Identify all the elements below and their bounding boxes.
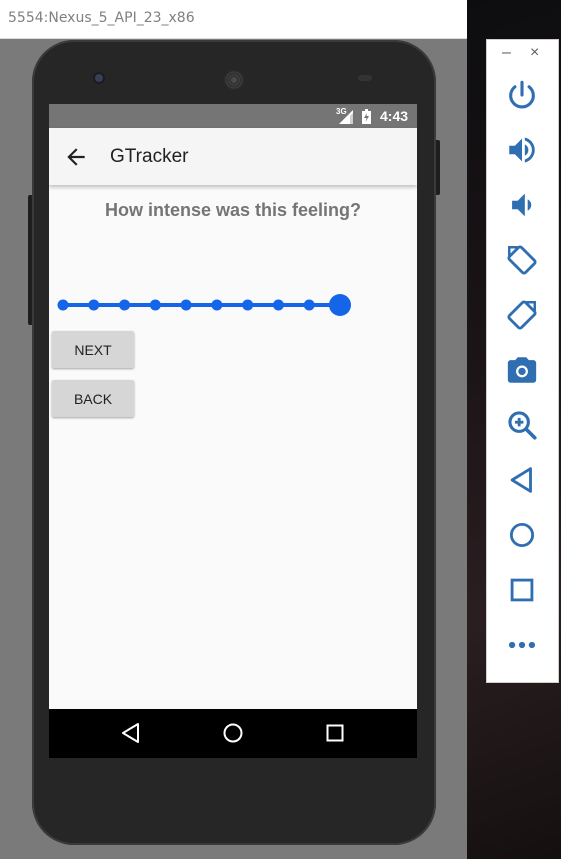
proximity-sensor bbox=[358, 75, 372, 81]
overview-icon[interactable] bbox=[505, 573, 539, 607]
back-triangle-icon[interactable] bbox=[119, 721, 143, 745]
earpiece-speaker bbox=[224, 70, 244, 90]
slider-tick bbox=[88, 299, 100, 311]
emulator-window: 5554:Nexus_5_API_23_x86 3G 4:43 GTracker bbox=[0, 0, 467, 859]
volume-down-icon[interactable] bbox=[505, 188, 539, 222]
app-bar: GTracker bbox=[49, 128, 417, 185]
slider-thumb[interactable] bbox=[329, 294, 351, 316]
emulator-toolbar: – × bbox=[486, 39, 559, 683]
minimize-button[interactable]: – bbox=[502, 44, 511, 62]
arrow-back-icon[interactable] bbox=[63, 144, 89, 170]
intensity-slider[interactable] bbox=[55, 291, 353, 319]
close-button[interactable]: × bbox=[530, 44, 539, 62]
home-circle-icon[interactable] bbox=[221, 721, 245, 745]
slider-tick bbox=[272, 299, 284, 311]
home-icon[interactable] bbox=[505, 518, 539, 552]
navigation-bar bbox=[49, 709, 417, 758]
back-icon[interactable] bbox=[505, 463, 539, 497]
slider-tick bbox=[211, 299, 223, 311]
emulator-title: 5554:Nexus_5_API_23_x86 bbox=[8, 10, 195, 26]
back-button[interactable]: BACK bbox=[52, 380, 134, 417]
toolbar-header: – × bbox=[487, 40, 560, 70]
slider-tick bbox=[57, 299, 69, 311]
volume-up-icon[interactable] bbox=[505, 133, 539, 167]
slider-tick bbox=[149, 299, 161, 311]
device-screen: 3G 4:43 GTracker How intense was this fe… bbox=[49, 104, 417, 758]
zoom-icon[interactable] bbox=[505, 408, 539, 442]
next-button[interactable]: NEXT bbox=[52, 331, 134, 368]
recents-square-icon[interactable] bbox=[323, 721, 347, 745]
slider-tick bbox=[303, 299, 315, 311]
signal-icon bbox=[339, 110, 353, 124]
camera-icon[interactable] bbox=[505, 353, 539, 387]
rotate-left-icon[interactable] bbox=[505, 243, 539, 277]
status-time: 4:43 bbox=[380, 108, 409, 124]
emulator-titlebar[interactable]: 5554:Nexus_5_API_23_x86 bbox=[0, 0, 467, 39]
slider-tick bbox=[180, 299, 192, 311]
app-title: GTracker bbox=[110, 146, 189, 167]
power-icon[interactable] bbox=[505, 78, 539, 112]
status-bar: 3G 4:43 bbox=[49, 104, 417, 128]
front-camera bbox=[93, 72, 105, 84]
slider-tick bbox=[242, 299, 254, 311]
rotate-right-icon[interactable] bbox=[505, 298, 539, 332]
question-text: How intense was this feeling? bbox=[104, 200, 362, 220]
more-icon[interactable] bbox=[505, 628, 539, 662]
slider-tick bbox=[119, 299, 131, 311]
battery-icon bbox=[362, 109, 371, 124]
